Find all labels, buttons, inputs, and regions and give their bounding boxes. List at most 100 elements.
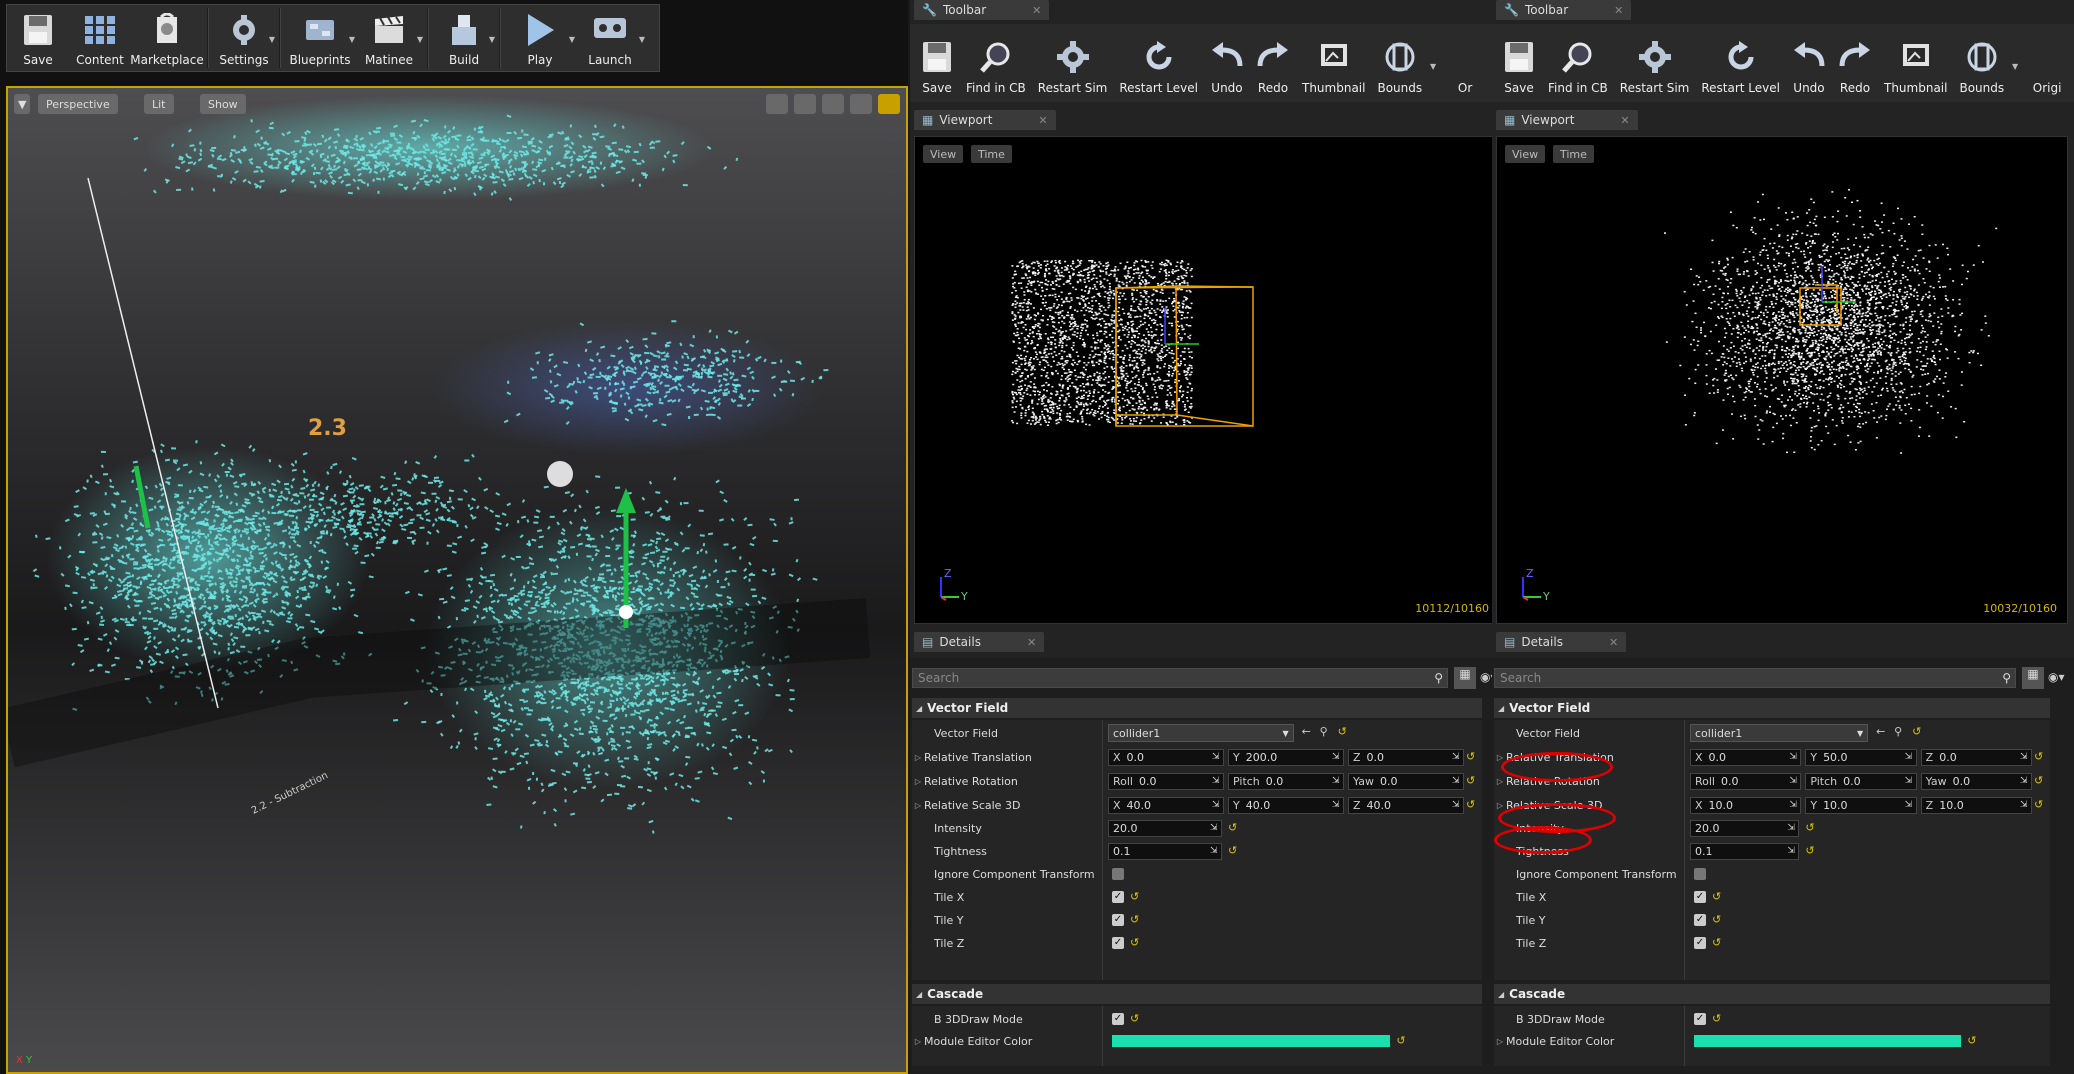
launch-button[interactable]: Launch ▼ bbox=[575, 5, 645, 71]
ignore-component-transform-checkbox[interactable] bbox=[1694, 868, 1706, 880]
reset-to-default-icon[interactable]: ↺ bbox=[1712, 936, 1721, 949]
intensity-field[interactable]: 20.0 ⇲ bbox=[1108, 820, 1222, 837]
b3d-draw-mode-checkbox[interactable]: ✓ bbox=[1694, 1013, 1706, 1025]
cascade-section[interactable]: ◢ Cascade bbox=[912, 984, 1482, 1004]
spinner-icon[interactable]: ⇲ bbox=[1905, 752, 1914, 763]
reset-to-default-icon[interactable]: ↺ bbox=[1967, 1034, 1976, 1047]
relative-scale-y-field[interactable]: Y 10.0 ⇲ bbox=[1805, 797, 1917, 814]
reset-to-default-icon[interactable]: ↺ bbox=[1712, 913, 1721, 926]
vector-field-section[interactable]: ◢ Vector Field bbox=[1494, 698, 2050, 718]
time-button[interactable]: Time bbox=[1553, 145, 1594, 163]
emitter-origin-icon[interactable] bbox=[619, 605, 633, 619]
save-button[interactable]: Save bbox=[7, 5, 69, 71]
content-button[interactable]: Content bbox=[69, 5, 131, 71]
spinner-icon[interactable]: ⇲ bbox=[1332, 752, 1341, 763]
toolbar-tab[interactable]: 🔧 Toolbar ✕ bbox=[914, 0, 1050, 20]
b3d-draw-mode-checkbox[interactable]: ✓ bbox=[1112, 1013, 1124, 1025]
view-button[interactable]: View bbox=[1505, 145, 1546, 163]
relative-rotation-roll-field[interactable]: Roll 0.0 ⇲ bbox=[1108, 773, 1224, 790]
settings-button[interactable]: Settings ▼ bbox=[213, 5, 275, 71]
tile-z-checkbox[interactable]: ✓ bbox=[1112, 937, 1124, 949]
intensity-field[interactable]: 20.0 ⇲ bbox=[1690, 820, 1800, 837]
reset-to-default-icon[interactable]: ↺ bbox=[1130, 913, 1139, 926]
relative-rotation-row[interactable]: ▷ Relative Rotation bbox=[912, 770, 1102, 792]
reset-to-default-icon[interactable]: ↺ bbox=[1912, 725, 1921, 738]
restart-level-button[interactable]: Restart Level bbox=[1695, 24, 1786, 102]
close-icon[interactable]: ✕ bbox=[1614, 4, 1623, 17]
build-dropdown-icon[interactable]: ▼ bbox=[489, 35, 495, 44]
perspective-button[interactable]: Perspective bbox=[38, 94, 118, 114]
reset-to-default-icon[interactable]: ↺ bbox=[1228, 844, 1237, 857]
matinee-dropdown-icon[interactable]: ▼ bbox=[417, 35, 423, 44]
relative-rotation-roll-field[interactable]: Roll 0.0 ⇲ bbox=[1690, 773, 1802, 790]
particle-viewport[interactable]: View Time Z Y 10032/10160 bbox=[1496, 136, 2068, 624]
spinner-icon[interactable]: ⇲ bbox=[2020, 776, 2029, 787]
restart-sim-button[interactable]: Restart Sim bbox=[1614, 24, 1696, 102]
relative-translation-x-field[interactable]: X 0.0 ⇲ bbox=[1690, 749, 1802, 766]
tile-x-checkbox[interactable]: ✓ bbox=[1112, 891, 1124, 903]
undo-button[interactable]: Undo bbox=[1204, 24, 1250, 102]
spinner-icon[interactable]: ⇲ bbox=[1212, 752, 1221, 763]
relative-scale-z-field[interactable]: Z 10.0 ⇲ bbox=[1920, 797, 2032, 814]
bounds-button[interactable]: Bounds ▼ bbox=[1953, 24, 2018, 102]
grid-snap-icon[interactable] bbox=[878, 94, 900, 114]
reset-to-default-icon[interactable]: ↺ bbox=[2034, 774, 2043, 787]
reset-to-default-icon[interactable]: ↺ bbox=[1712, 1012, 1721, 1025]
spinner-icon[interactable]: ⇲ bbox=[1905, 800, 1914, 811]
vector-field-dropdown[interactable]: collider1 ▼ bbox=[1108, 724, 1294, 742]
reset-to-default-icon[interactable]: ↺ bbox=[1338, 725, 1347, 738]
tile-x-checkbox[interactable]: ✓ bbox=[1694, 891, 1706, 903]
launch-dropdown-icon[interactable]: ▼ bbox=[639, 35, 645, 44]
tile-z-checkbox[interactable]: ✓ bbox=[1694, 937, 1706, 949]
spinner-icon[interactable]: ⇲ bbox=[1905, 776, 1914, 787]
reset-to-default-icon[interactable]: ↺ bbox=[1466, 750, 1475, 763]
reset-to-default-icon[interactable]: ↺ bbox=[1130, 890, 1139, 903]
sphere-actor-icon[interactable] bbox=[547, 461, 573, 487]
settings-dropdown-icon[interactable]: ▼ bbox=[269, 35, 275, 44]
spinner-icon[interactable]: ⇲ bbox=[1789, 776, 1798, 787]
origin-button[interactable]: Or bbox=[1428, 24, 1488, 102]
world-local-icon[interactable] bbox=[850, 94, 872, 114]
view-options-icon[interactable]: ▦ bbox=[1454, 667, 1476, 689]
spinner-icon[interactable]: ⇲ bbox=[1212, 776, 1221, 787]
relative-translation-y-field[interactable]: Y 200.0 ⇲ bbox=[1228, 749, 1344, 766]
spinner-icon[interactable]: ⇲ bbox=[1787, 846, 1796, 857]
bounds-button[interactable]: Bounds ▼ bbox=[1371, 24, 1436, 102]
spinner-icon[interactable]: ⇲ bbox=[1210, 823, 1219, 834]
relative-translation-z-field[interactable]: Z 0.0 ⇲ bbox=[1920, 749, 2032, 766]
time-button[interactable]: Time bbox=[971, 145, 1012, 163]
reset-to-default-icon[interactable]: ↺ bbox=[1712, 890, 1721, 903]
spinner-icon[interactable]: ⇲ bbox=[1212, 800, 1221, 811]
expand-arrow-icon[interactable]: ▷ bbox=[912, 753, 924, 762]
expand-arrow-icon[interactable]: ▷ bbox=[1494, 753, 1506, 762]
play-button[interactable]: Play ▼ bbox=[505, 5, 575, 71]
reset-to-default-icon[interactable]: ↺ bbox=[1130, 936, 1139, 949]
expand-arrow-icon[interactable]: ▷ bbox=[912, 1037, 924, 1046]
cascade-section[interactable]: ◢ Cascade bbox=[1494, 984, 2050, 1004]
expand-arrow-icon[interactable]: ▷ bbox=[1494, 801, 1506, 810]
details-tab[interactable]: ▤ Details ✕ bbox=[1496, 632, 1627, 652]
reset-to-default-icon[interactable]: ↺ bbox=[2034, 798, 2043, 811]
vector-field-dropdown[interactable]: collider1 ▼ bbox=[1690, 724, 1869, 742]
spinner-icon[interactable]: ⇲ bbox=[1787, 823, 1796, 834]
relative-scale-row[interactable]: ▷ Relative Scale 3D bbox=[912, 794, 1102, 816]
show-button[interactable]: Show bbox=[200, 94, 246, 114]
origin-button[interactable]: Origi bbox=[2010, 24, 2070, 102]
browse-icon[interactable]: ⚲ bbox=[1894, 725, 1902, 738]
thumbnail-button[interactable]: Thumbnail bbox=[1296, 24, 1371, 102]
details-tab[interactable]: ▤ Details ✕ bbox=[914, 632, 1045, 652]
spinner-icon[interactable]: ⇲ bbox=[2020, 800, 2029, 811]
reset-to-default-icon[interactable]: ↺ bbox=[1805, 821, 1814, 834]
ignore-component-transform-checkbox[interactable] bbox=[1112, 868, 1124, 880]
spinner-icon[interactable]: ⇲ bbox=[1452, 800, 1461, 811]
expand-arrow-icon[interactable]: ▷ bbox=[912, 777, 924, 786]
spinner-icon[interactable]: ⇲ bbox=[1789, 752, 1798, 763]
reset-to-default-icon[interactable]: ↺ bbox=[1805, 844, 1814, 857]
close-icon[interactable]: ✕ bbox=[1620, 114, 1629, 127]
relative-rotation-yaw-field[interactable]: Yaw 0.0 ⇲ bbox=[1920, 773, 2032, 790]
use-selected-icon[interactable]: ← bbox=[1302, 725, 1311, 738]
matinee-button[interactable]: Matinee ▼ bbox=[355, 5, 423, 71]
search-input[interactable]: Search ⚲ bbox=[912, 668, 1448, 688]
close-icon[interactable]: ✕ bbox=[1038, 114, 1047, 127]
toolbar-tab[interactable]: 🔧 Toolbar ✕ bbox=[1496, 0, 1632, 20]
